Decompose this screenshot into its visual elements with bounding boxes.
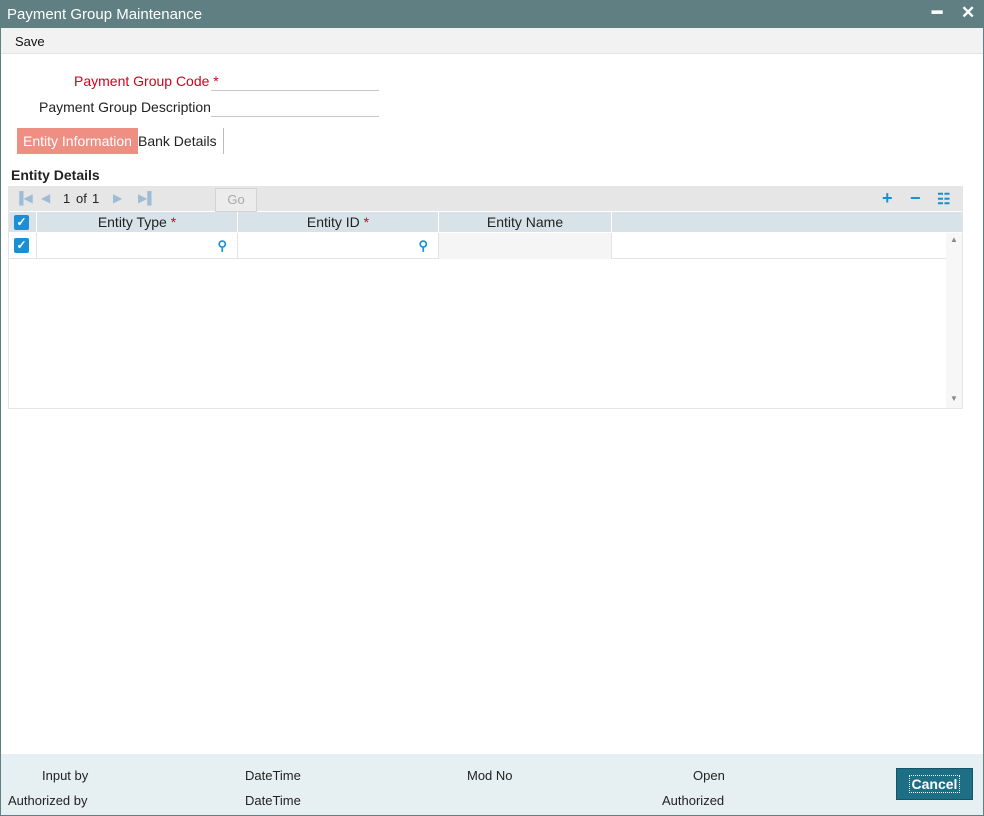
- tab-entity-information[interactable]: Entity Information: [17, 128, 138, 154]
- minimize-icon[interactable]: ━: [932, 4, 942, 22]
- scroll-up-icon[interactable]: ▲: [950, 235, 958, 244]
- required-marker: *: [363, 214, 370, 230]
- row-select-cell: ✓: [9, 233, 37, 259]
- grid-pager: ▐◀ ◀ 1 of 1 ▶ ▶▌ Go + − ☷: [9, 187, 962, 212]
- grid-scrollbar[interactable]: ▲ ▼: [946, 233, 962, 408]
- go-button[interactable]: Go: [215, 188, 257, 212]
- tab-bank-details[interactable]: Bank Details: [132, 128, 224, 154]
- payment-group-description-input[interactable]: [211, 97, 379, 117]
- payment-group-code-label: Payment Group Code *: [74, 73, 219, 89]
- column-entity-type[interactable]: Entity Type *: [37, 212, 238, 232]
- column-entity-name[interactable]: Entity Name: [439, 212, 612, 232]
- delete-row-icon[interactable]: −: [910, 188, 921, 209]
- first-page-icon[interactable]: ▐◀: [15, 191, 33, 205]
- scroll-down-icon[interactable]: ▼: [950, 394, 958, 403]
- entity-type-cell[interactable]: ⚲: [37, 233, 238, 259]
- page-of-label: of: [76, 191, 87, 206]
- table-row: ✓ ⚲ ⚲: [9, 233, 946, 259]
- select-all-checkbox[interactable]: ✓: [14, 215, 29, 230]
- next-page-icon[interactable]: ▶: [113, 191, 122, 205]
- row-checkbox[interactable]: ✓: [14, 238, 29, 253]
- input-datetime-label: DateTime: [245, 768, 301, 783]
- close-icon[interactable]: ✕: [961, 4, 975, 22]
- toolbar: Save: [1, 28, 983, 54]
- payment-group-description-label: Payment Group Description: [39, 99, 211, 115]
- search-icon[interactable]: ⚲: [217, 238, 227, 254]
- entity-name-cell: [439, 233, 612, 259]
- audit-footer: Input by Authorized by DateTime DateTime…: [1, 754, 983, 815]
- add-row-icon[interactable]: +: [882, 188, 893, 209]
- window-body: Save Payment Group Code * Payment Group …: [0, 28, 984, 816]
- title-bar: Payment Group Maintenance ━ ✕: [0, 0, 984, 28]
- mod-no-label: Mod No: [467, 768, 513, 783]
- save-button[interactable]: Save: [15, 34, 45, 49]
- grid-header: ✓ Entity Type * Entity ID * Entity Name: [9, 212, 962, 232]
- window-title: Payment Group Maintenance: [7, 6, 203, 23]
- column-entity-id[interactable]: Entity ID *: [238, 212, 439, 232]
- last-page-icon[interactable]: ▶▌: [138, 191, 156, 205]
- authorized-by-label: Authorized by: [8, 793, 88, 808]
- single-view-icon[interactable]: ☷: [937, 190, 950, 208]
- search-icon[interactable]: ⚲: [418, 238, 428, 254]
- total-pages: 1: [92, 191, 100, 206]
- auth-datetime-label: DateTime: [245, 793, 301, 808]
- current-page: 1: [63, 191, 71, 206]
- entity-details-title: Entity Details: [11, 167, 100, 183]
- open-status-label: Open: [693, 768, 725, 783]
- input-by-label: Input by: [42, 768, 89, 783]
- prev-page-icon[interactable]: ◀: [41, 191, 50, 205]
- cancel-button[interactable]: Cancel: [896, 768, 973, 800]
- payment-group-code-input[interactable]: [211, 71, 379, 91]
- entity-id-cell[interactable]: ⚲: [238, 233, 439, 259]
- required-marker: *: [170, 214, 177, 230]
- entity-details-grid: ▐◀ ◀ 1 of 1 ▶ ▶▌ Go + − ☷ ✓ Entity Type …: [8, 186, 963, 409]
- select-all-cell: ✓: [9, 212, 37, 232]
- authorized-status-label: Authorized: [662, 793, 725, 808]
